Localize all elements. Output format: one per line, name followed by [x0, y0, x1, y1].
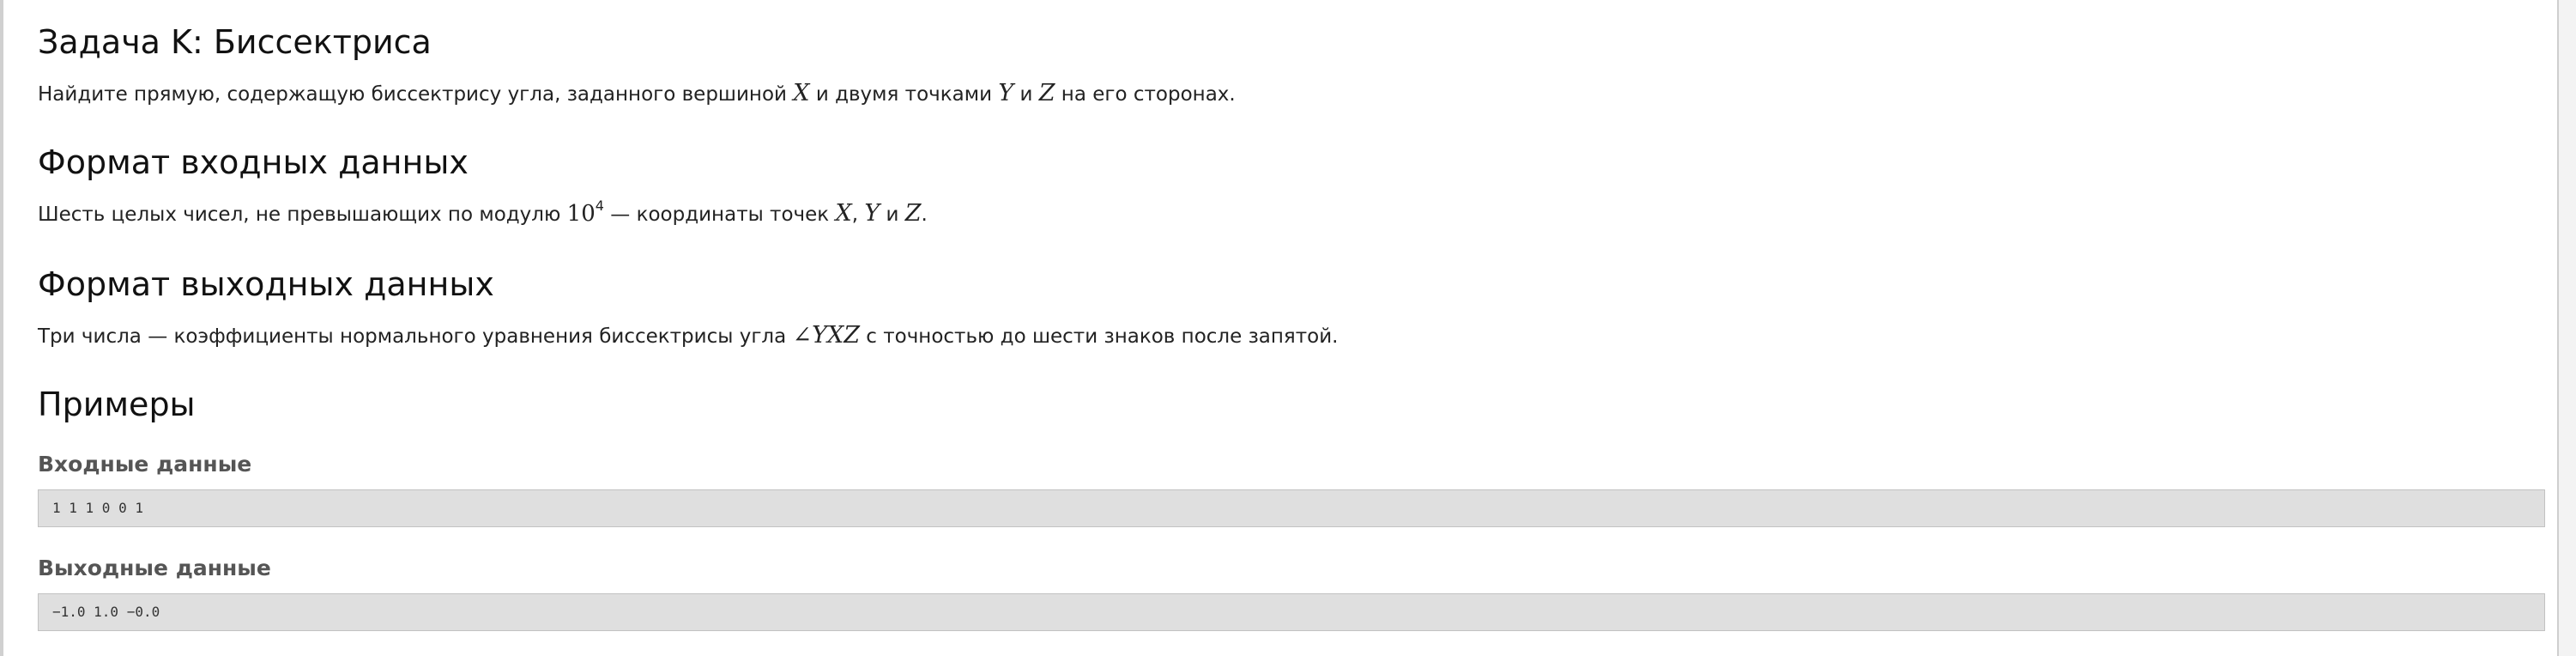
- input-format-text: Шесть целых чисел, не превышающих по мод…: [38, 199, 928, 229]
- input-comma: ,: [851, 203, 865, 226]
- problem-statement: Найдите прямую, содержащую биссектрису у…: [38, 79, 1236, 109]
- math-var-z: Z: [1038, 80, 1055, 106]
- input-text-3: и: [880, 203, 905, 226]
- math-var-y: Y: [864, 200, 880, 227]
- math-var-x: X: [793, 80, 810, 106]
- example-input-label: Входные данные: [38, 452, 252, 477]
- output-text-1: Три числа — коэффициенты нормального ура…: [38, 325, 793, 348]
- math-var-x: X: [835, 200, 852, 227]
- output-format-text: Три числа — коэффициенты нормального ура…: [38, 321, 1339, 351]
- math-angle-yxz: ∠YXZ: [792, 322, 860, 349]
- output-text-2: с точностью до шести знаков после запято…: [859, 325, 1339, 348]
- input-text-1: Шесть целых чисел, не превышающих по мод…: [38, 203, 567, 226]
- examples-heading: Примеры: [38, 386, 196, 423]
- math-power-exponent: 4: [595, 197, 604, 214]
- math-var-y: Y: [998, 80, 1014, 106]
- statement-text-1: Найдите прямую, содержащую биссектрису у…: [38, 83, 794, 106]
- statement-text-3: и: [1013, 83, 1039, 106]
- right-scroll-edge: [2557, 0, 2576, 656]
- example-output-label: Выходные данные: [38, 556, 271, 580]
- input-text-4: .: [921, 203, 928, 226]
- input-format-heading: Формат входных данных: [38, 143, 469, 181]
- math-power-base: 10: [566, 201, 596, 227]
- input-text-2: — координаты точек: [603, 203, 836, 226]
- statement-text-2: и двумя точками: [809, 83, 999, 106]
- left-edge-divider: [0, 0, 3, 656]
- math-var-z: Z: [904, 200, 922, 227]
- problem-page: Задача K: Биссектриса Найдите прямую, со…: [0, 0, 2557, 656]
- example-input-box: 1 1 1 0 0 1: [38, 489, 2545, 527]
- example-output-box: −1.0 1.0 −0.0: [38, 593, 2545, 631]
- problem-title: Задача K: Биссектриса: [38, 23, 432, 61]
- output-format-heading: Формат выходных данных: [38, 265, 494, 303]
- statement-text-4: на его сторонах.: [1055, 83, 1236, 106]
